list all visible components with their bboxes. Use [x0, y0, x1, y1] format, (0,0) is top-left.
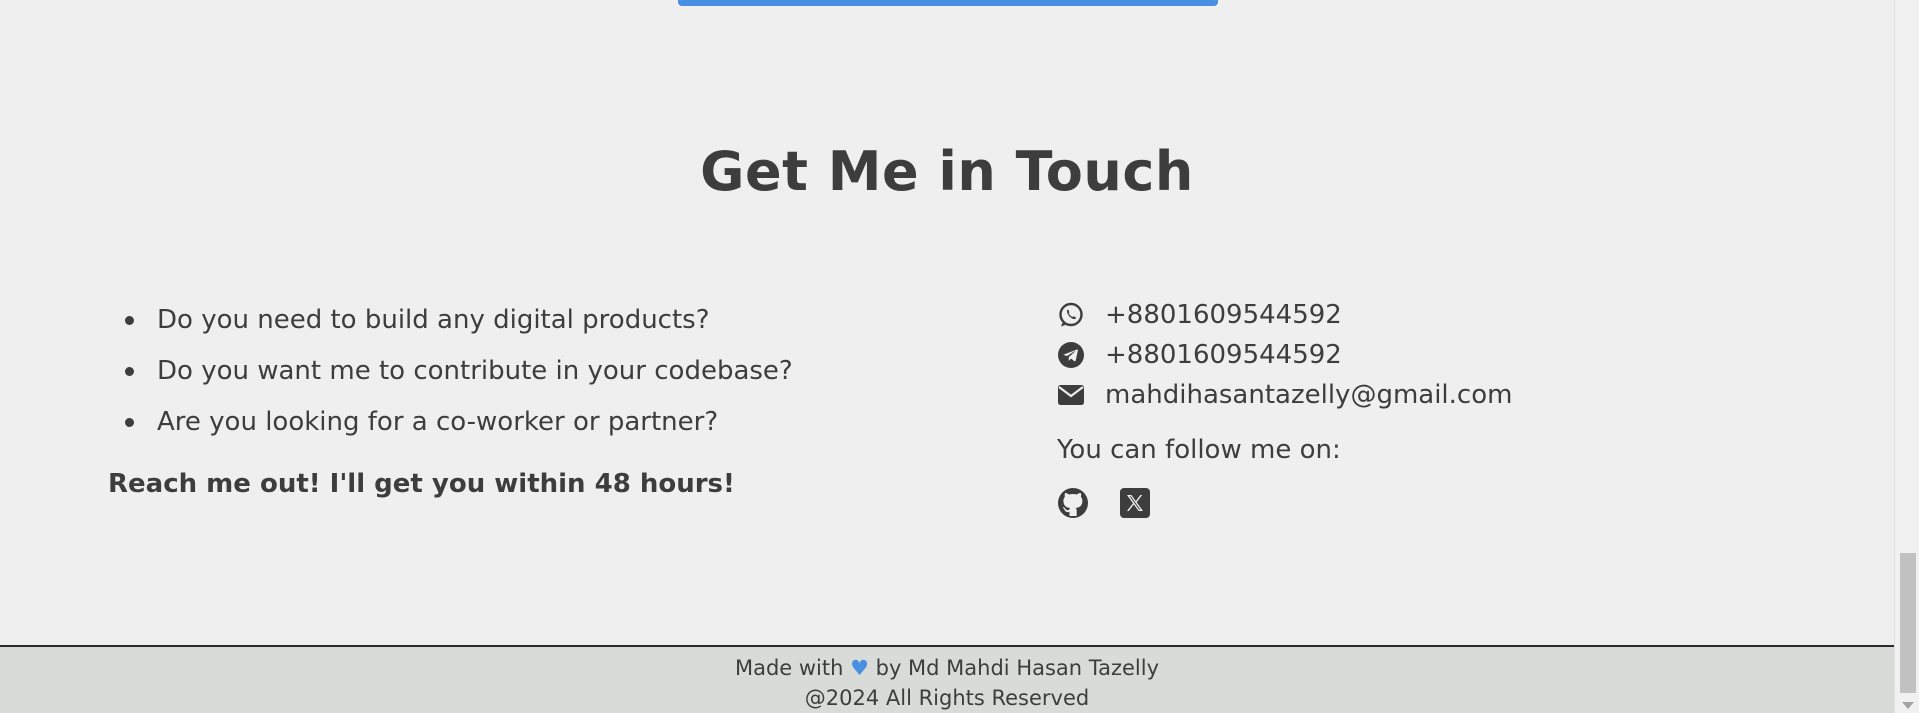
- whatsapp-contact[interactable]: +8801609544592: [1057, 295, 1657, 335]
- top-section-button[interactable]: [678, 0, 1218, 6]
- contact-questions-column: Do you need to build any digital product…: [108, 295, 928, 499]
- email-contact[interactable]: mahdihasantazelly@gmail.com: [1057, 375, 1657, 415]
- author-text: by Md Mahdi Hasan Tazelly: [875, 656, 1160, 680]
- x-twitter-icon[interactable]: [1119, 487, 1151, 519]
- email-address: mahdihasantazelly@gmail.com: [1105, 380, 1513, 410]
- section-title: Get Me in Touch: [700, 140, 1194, 203]
- list-item: Do you want me to contribute in your cod…: [108, 346, 928, 397]
- bullet-icon: [125, 418, 134, 427]
- contact-details-column: +8801609544592 +8801609544592 mahdihasan…: [1057, 295, 1657, 519]
- footer-credit: Made with ♥ by Md Mahdi Hasan Tazelly: [0, 653, 1894, 683]
- telegram-number: +8801609544592: [1105, 340, 1342, 370]
- envelope-icon: [1057, 381, 1085, 409]
- vertical-scrollbar[interactable]: [1894, 0, 1919, 713]
- question-text: Do you want me to contribute in your cod…: [157, 356, 793, 386]
- page: Get Me in Touch Do you need to build any…: [0, 0, 1919, 713]
- question-text: Are you looking for a co-worker or partn…: [157, 407, 719, 437]
- made-with-text: Made with: [734, 656, 844, 680]
- whatsapp-icon: [1057, 301, 1085, 329]
- telegram-contact[interactable]: +8801609544592: [1057, 335, 1657, 375]
- telegram-icon: [1057, 341, 1085, 369]
- list-item: Do you need to build any digital product…: [108, 295, 928, 346]
- footer: Made with ♥ by Md Mahdi Hasan Tazelly @2…: [0, 645, 1894, 713]
- copyright-text: @2024 All Rights Reserved: [804, 686, 1090, 710]
- list-item: Are you looking for a co-worker or partn…: [108, 397, 928, 448]
- social-links: [1057, 487, 1657, 519]
- github-icon[interactable]: [1057, 487, 1089, 519]
- whatsapp-number: +8801609544592: [1105, 300, 1342, 330]
- reach-out-text: Reach me out! I'll get you within 48 hou…: [108, 469, 735, 499]
- scrollbar-thumb[interactable]: [1900, 553, 1916, 693]
- scroll-down-arrow-icon[interactable]: [1902, 702, 1914, 709]
- main-content: Get Me in Touch Do you need to build any…: [0, 0, 1894, 713]
- bullet-icon: [125, 367, 134, 376]
- question-text: Do you need to build any digital product…: [157, 305, 710, 335]
- follow-text: You can follow me on:: [1057, 435, 1341, 465]
- bullet-icon: [125, 316, 134, 325]
- question-list: Do you need to build any digital product…: [108, 295, 928, 448]
- heart-icon: ♥: [850, 656, 869, 680]
